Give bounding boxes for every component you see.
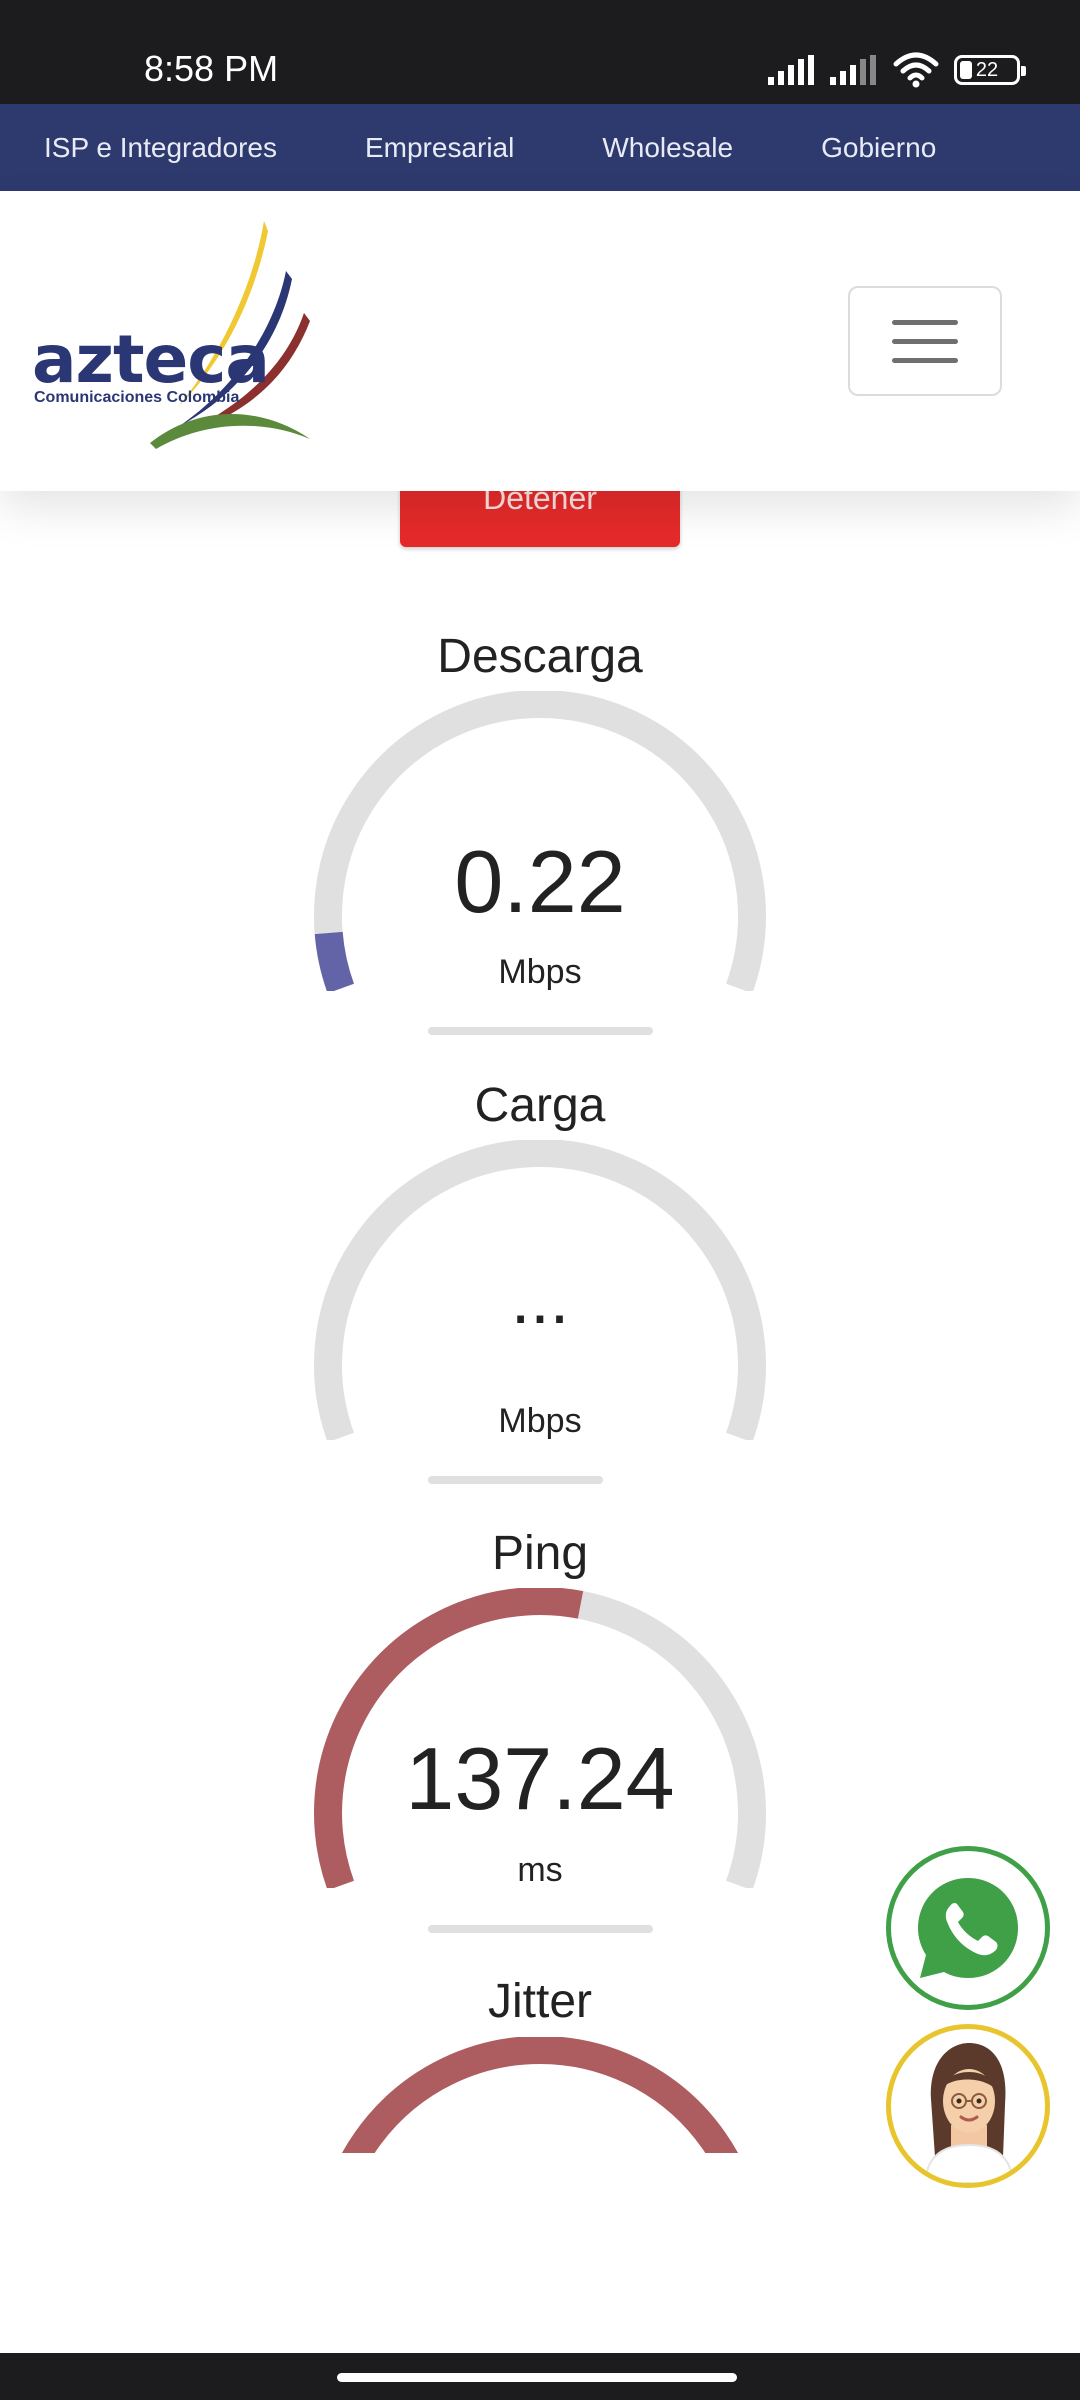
status-bar: 8:58 PM 22 [0,0,1080,104]
home-indicator[interactable] [337,2373,737,2382]
download-unit: Mbps [498,953,582,991]
nav-link-gobierno[interactable]: Gobierno [821,132,936,164]
jitter-gauge-fill [342,2037,738,2153]
whatsapp-button[interactable] [886,1846,1050,2010]
brand-logo[interactable]: azteca Comunicaciones Colombia [28,221,328,461]
nav-link-isp[interactable]: ISP e Integradores [44,132,277,164]
download-value: 0.22 [454,832,626,931]
hamburger-menu-button[interactable] [848,286,1002,396]
menu-icon [892,319,958,325]
ping-divider [428,1925,653,1933]
whatsapp-icon [918,1878,1018,1978]
status-icons: 22 [768,52,1026,88]
brand-name: azteca [32,321,270,398]
signal-icon [768,55,814,85]
wifi-icon [893,52,939,88]
system-nav-bar [0,2353,1080,2400]
site-header: azteca Comunicaciones Colombia [0,191,1080,491]
upload-title: Carga [474,1079,606,1132]
brand-subtitle: Comunicaciones Colombia [34,389,240,406]
battery-icon: 22 [954,55,1026,85]
upload-value: ... [510,1260,570,1338]
ping-value: 137.24 [405,1729,675,1828]
signal-2-icon [830,55,876,85]
ping-title: Ping [491,1527,589,1580]
upload-divider [428,1476,603,1484]
virtual-assistant-button[interactable] [886,2024,1050,2188]
upload-unit: Mbps [498,1402,582,1440]
status-time: 8:58 PM [144,48,279,89]
nav-link-empresarial[interactable]: Empresarial [365,132,514,164]
nav-link-wholesale[interactable]: Wholesale [602,132,733,164]
stop-button[interactable]: Detener [400,491,680,547]
download-divider [428,1027,653,1035]
download-title: Descarga [437,630,643,683]
assistant-avatar-icon [923,2043,1015,2183]
top-nav: ISP e Integradores Empresarial Wholesale… [0,104,1080,191]
battery-level: 22 [975,58,999,81]
